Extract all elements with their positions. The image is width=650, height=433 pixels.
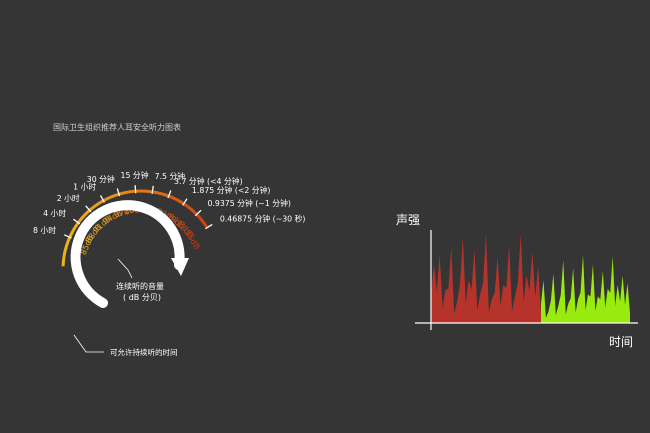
bottom-leader-line bbox=[73, 334, 104, 353]
gauge-time-label: 0.46875 分钟 (~30 秒) bbox=[220, 214, 306, 224]
quiet-waveform bbox=[541, 254, 630, 323]
center-label: 连续听的音量 bbox=[116, 281, 164, 291]
gauge-arc-segment bbox=[195, 213, 209, 229]
hearing-safety-infographic: 国际卫生组织推荐人耳安全听力图表 85dB88dB91dB94dB97dB100… bbox=[33, 122, 638, 357]
loud-waveform bbox=[431, 232, 541, 323]
y-axis-label: 声强 bbox=[396, 213, 420, 227]
gauge-time-label: 30 分钟 bbox=[87, 174, 115, 184]
volume-arrowhead-icon bbox=[171, 258, 189, 276]
gauge-time-label: 2 小时 bbox=[57, 193, 80, 203]
gauge-arc-segment bbox=[168, 194, 185, 205]
gauge-tick bbox=[134, 185, 137, 194]
gauge-arc-segment bbox=[152, 190, 170, 198]
gauge-arc-lead bbox=[61, 236, 72, 267]
center-sublabel: ( dB 分贝) bbox=[123, 293, 161, 302]
x-axis-label: 时间 bbox=[609, 335, 633, 349]
gauge-arc-segment bbox=[102, 192, 120, 202]
gauge-arc-segment bbox=[118, 189, 136, 196]
gauge-arc-segment bbox=[182, 202, 198, 216]
gauge-arc-segment bbox=[135, 189, 153, 194]
gauge-time-label: 8 小时 bbox=[33, 225, 56, 235]
chart-title: 国际卫生组织推荐人耳安全听力图表 bbox=[53, 122, 181, 132]
center-leader-line bbox=[117, 258, 133, 279]
safe-listening-gauge: 85dB88dB91dB94dB97dB100dB103dB106dB109dB… bbox=[33, 170, 305, 357]
bottom-label: 可允许持续听的时间 bbox=[110, 347, 178, 357]
gauge-time-label: 0.9375 分钟 (~1 分钟) bbox=[207, 198, 290, 208]
gauge-time-label: 15 分钟 bbox=[121, 170, 149, 180]
gauge-time-label: 1.875 分钟 (<2 分钟) bbox=[192, 185, 271, 195]
loudness-waveform-chart: 声强 时间 bbox=[396, 213, 638, 349]
gauge-time-label: 4 小时 bbox=[43, 208, 66, 218]
gauge-time-label: 3.7 分钟 (<4 分钟) bbox=[174, 176, 243, 186]
